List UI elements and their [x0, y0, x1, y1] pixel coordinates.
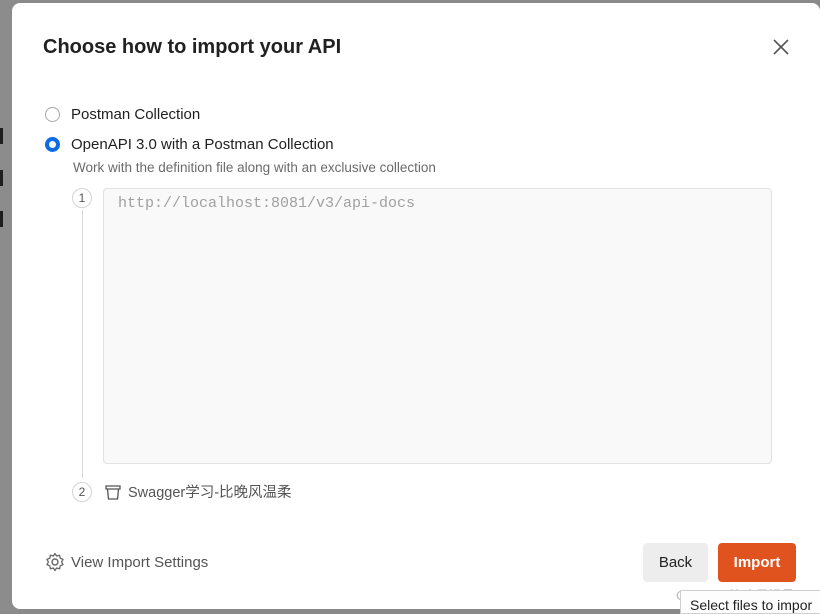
option-postman-collection[interactable]: Postman Collection: [45, 106, 200, 123]
collection-row: Swagger学习-比晚风温柔: [104, 481, 292, 502]
collection-name: Swagger学习-比晚风温柔: [128, 485, 292, 501]
radio-openapi-postman[interactable]: [45, 137, 60, 152]
import-button[interactable]: Import: [718, 543, 796, 582]
settings-label: View Import Settings: [71, 553, 209, 571]
bg-marker: [0, 170, 3, 186]
back-button[interactable]: Back: [643, 543, 708, 582]
option-description: Work with the definition file along with…: [73, 160, 436, 175]
step-connector: [82, 210, 83, 478]
dialog-title: Choose how to import your API: [43, 36, 342, 58]
close-icon: [773, 39, 789, 55]
view-import-settings-link[interactable]: View Import Settings: [45, 552, 208, 572]
step-number: 2: [72, 482, 92, 502]
radio-postman-collection[interactable]: [45, 107, 60, 122]
gear-icon: [46, 552, 64, 572]
option-label: Postman Collection: [71, 106, 201, 123]
tooltip: Select files to impor: [680, 590, 820, 614]
close-button[interactable]: [770, 36, 792, 58]
definition-url-input[interactable]: [118, 195, 758, 212]
option-label: OpenAPI 3.0 with a Postman Collection: [71, 136, 334, 153]
option-openapi-postman[interactable]: OpenAPI 3.0 with a Postman Collection: [45, 136, 334, 153]
definition-url-box[interactable]: [103, 188, 772, 464]
bg-marker: [0, 128, 3, 144]
step-number: 1: [72, 188, 92, 208]
collection-icon: [105, 484, 121, 500]
bg-marker: [0, 211, 3, 227]
import-api-dialog: Choose how to import your API Postman Co…: [12, 3, 820, 609]
